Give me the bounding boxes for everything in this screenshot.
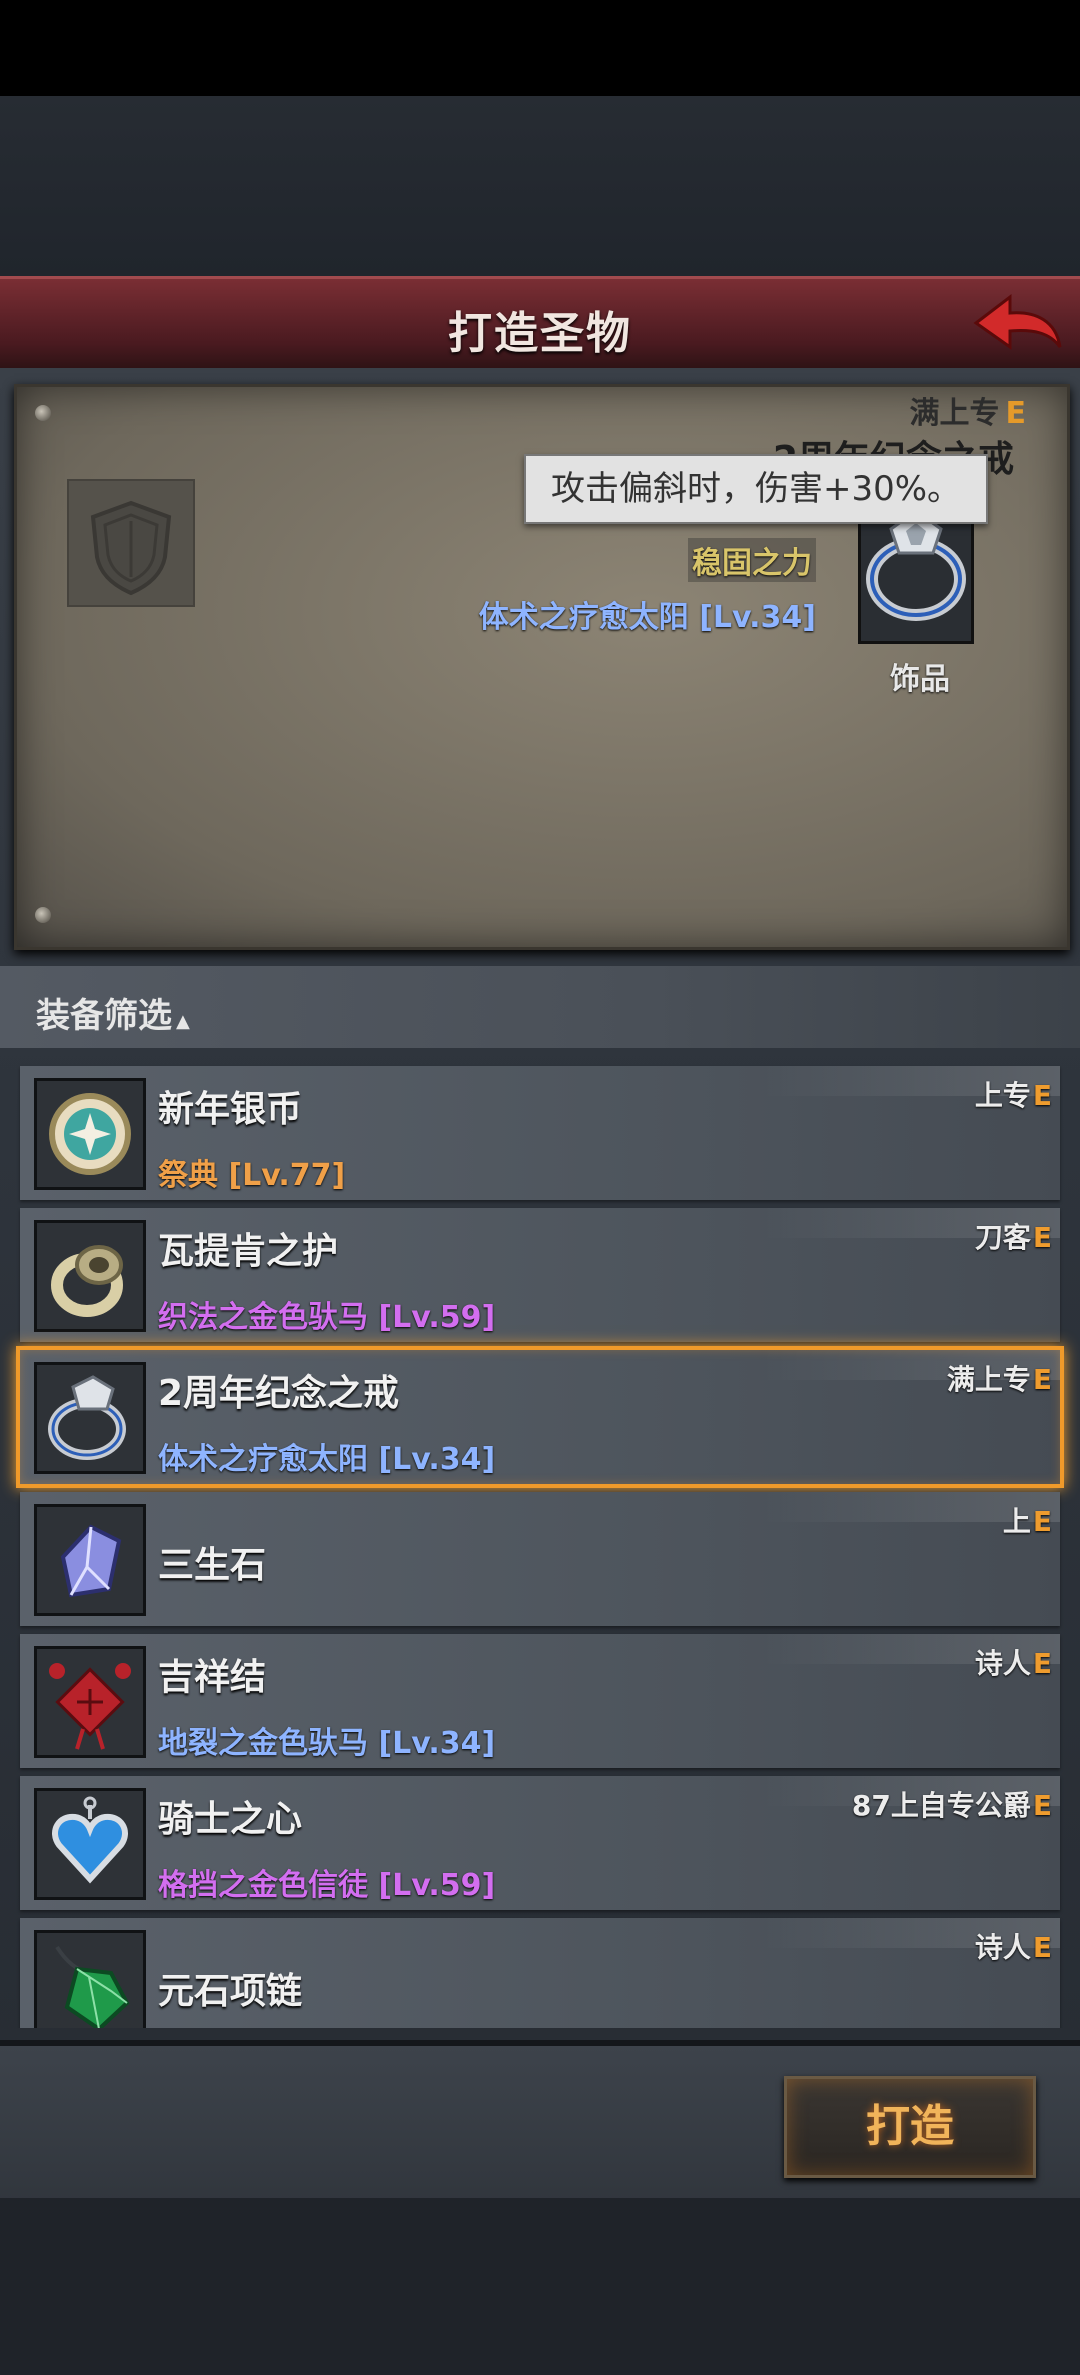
effect-tooltip: 攻击偏斜时，伤害+30%。 <box>524 454 988 524</box>
title-bar: 打造圣物 <box>0 276 1080 375</box>
item-list[interactable]: 新年银币 祭典 [Lv.77] 上专E 瓦提肯之护 织法之金色驮马 [Lv.59… <box>0 1058 1080 2028</box>
bottom-action-bar: 打造 <box>0 2040 1080 2204</box>
equipment-filter-button[interactable]: 装备筛选 ▲ <box>36 988 190 1037</box>
item-name: 三生石 <box>158 1545 267 1586</box>
ring-icon <box>34 1220 146 1332</box>
empty-slot[interactable] <box>67 479 195 607</box>
preview-set: 体术之疗愈太阳 [Lv.34] <box>478 600 816 635</box>
list-item[interactable]: 吉祥结 地裂之金色驮马 [Lv.34] 诗人E <box>20 1634 1060 1768</box>
item-name: 新年银币 <box>158 1089 303 1130</box>
preview-category: 饰品 <box>890 662 950 697</box>
item-set: 体术之疗愈太阳 [Lv.34] <box>158 1442 496 1477</box>
list-item[interactable]: 新年银币 祭典 [Lv.77] 上专E <box>20 1066 1060 1200</box>
shield-icon <box>90 500 172 596</box>
item-set: 祭典 [Lv.77] <box>158 1158 346 1193</box>
list-item-selected[interactable]: 2周年纪念之戒 体术之疗愈太阳 [Lv.34] 满上专E <box>16 1346 1064 1488</box>
item-attribute: 87上自专公爵E <box>851 1789 1052 1822</box>
heart-pendant-icon <box>34 1788 146 1900</box>
rivet-icon <box>35 405 51 421</box>
coin-icon <box>34 1078 146 1190</box>
knot-icon <box>34 1646 146 1758</box>
triangle-up-icon: ▲ <box>176 1011 190 1032</box>
list-item[interactable]: 骑士之心 格挡之金色信徒 [Lv.59] 87上自专公爵E <box>20 1776 1060 1910</box>
item-attribute: 上专E <box>974 1079 1052 1112</box>
item-set: 格挡之金色信徒 [Lv.59] <box>158 1868 496 1903</box>
bottom-backdrop <box>0 2198 1080 2375</box>
preview-attribute: 满上专 E <box>909 396 1027 431</box>
item-attribute: 诗人E <box>974 1647 1052 1680</box>
item-name: 骑士之心 <box>158 1799 303 1840</box>
item-attribute: 诗人E <box>974 1931 1052 1964</box>
list-item[interactable]: 元石项链 诗人E <box>20 1918 1060 2028</box>
anniversary-ring-icon <box>34 1362 146 1474</box>
item-attribute: 刀客E <box>974 1221 1052 1254</box>
green-crystal-icon <box>34 1930 146 2028</box>
preview-skill: 稳固之力 <box>688 538 816 582</box>
item-name: 2周年纪念之戒 <box>158 1373 400 1414</box>
item-attribute: 满上专E <box>946 1363 1052 1396</box>
page-title: 打造圣物 <box>448 308 632 359</box>
forge-button[interactable]: 打造 <box>784 2076 1036 2178</box>
list-item[interactable]: 三生石 上E <box>20 1492 1060 1626</box>
filter-bar: 装备筛选 ▲ <box>0 966 1080 1048</box>
item-attribute: 上E <box>1002 1505 1052 1538</box>
crystal-stone-icon <box>34 1504 146 1616</box>
item-name: 元石项链 <box>158 1971 303 2012</box>
item-name: 吉祥结 <box>158 1657 267 1698</box>
list-item[interactable]: 瓦提肯之护 织法之金色驮马 [Lv.59] 刀客E <box>20 1208 1060 1342</box>
item-name: 瓦提肯之护 <box>158 1231 339 1272</box>
status-bar <box>0 0 1080 96</box>
rivet-icon <box>35 907 51 923</box>
item-set: 地裂之金色驮马 [Lv.34] <box>158 1726 496 1761</box>
item-set: 织法之金色驮马 [Lv.59] <box>158 1300 496 1335</box>
back-arrow-icon[interactable] <box>970 289 1066 359</box>
top-backdrop <box>0 96 1080 276</box>
